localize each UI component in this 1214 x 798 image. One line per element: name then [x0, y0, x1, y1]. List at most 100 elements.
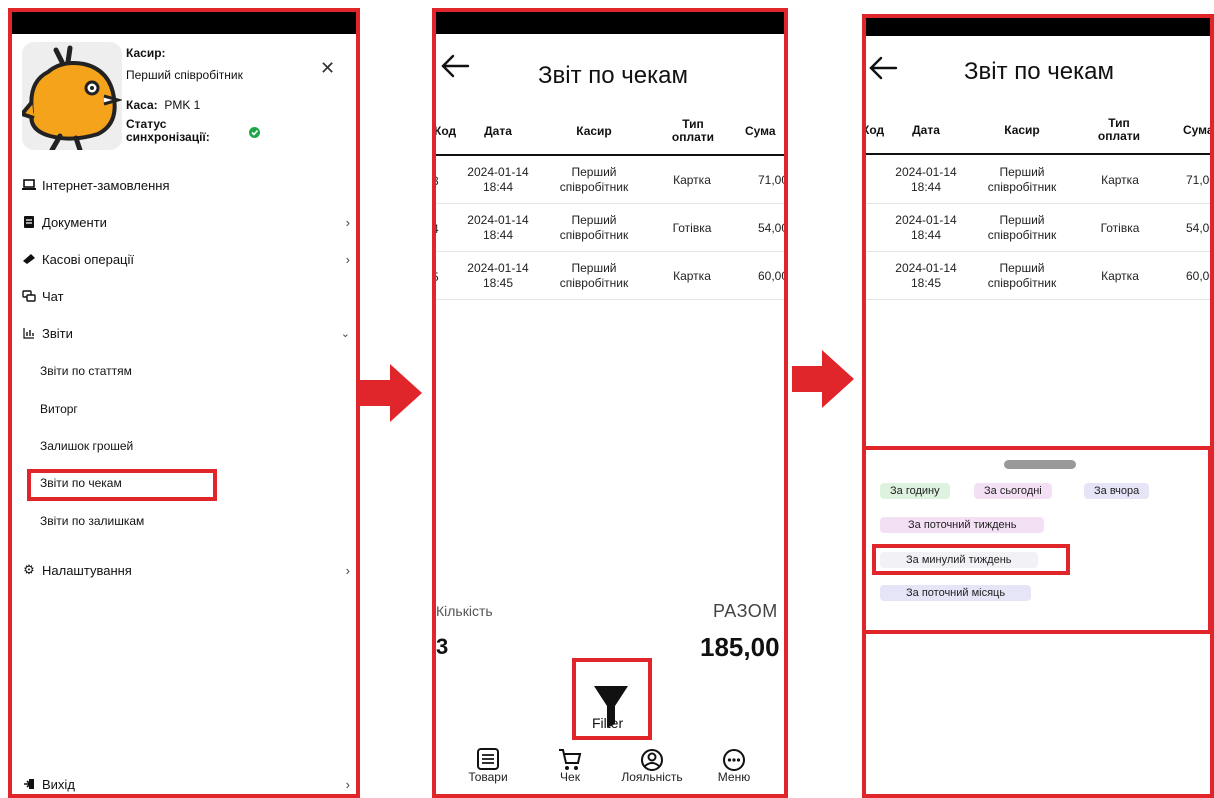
nav-label: Чек — [560, 770, 580, 784]
menu-item-chat[interactable]: Чат — [22, 285, 352, 307]
column-header-code: Код — [862, 123, 885, 137]
arrow-right-icon — [792, 350, 854, 408]
cashier-name: Перший співробітник — [126, 68, 243, 82]
column-header-sum: Сума — [1183, 123, 1214, 137]
menu-item-settings[interactable]: ⚙ Налаштування › — [22, 559, 352, 581]
cell-payment: Картка — [673, 269, 711, 283]
column-header-payment-type: Тип оплати — [671, 117, 715, 144]
list-icon — [477, 748, 499, 770]
cell-date: 2024-01-14 18:44 — [895, 165, 957, 194]
cell-cashier: Перший співробітник — [559, 165, 629, 194]
header-divider — [862, 153, 1214, 155]
menu-item-logout[interactable]: Вихід › — [22, 773, 352, 795]
chevron-right-icon: › — [345, 214, 350, 230]
sync-label-1: Статус — [126, 117, 167, 131]
menu-item-label: Звіти — [42, 325, 73, 341]
menu-item-documents[interactable]: Документи › — [22, 211, 352, 233]
cell-code: 3 — [432, 174, 439, 188]
cell-sum: 60,00 — [1186, 269, 1214, 283]
nav-item-loyalty[interactable]: Лояльність — [620, 746, 684, 796]
menu-item-label: Документи — [42, 214, 107, 230]
submenu-item-stock-report[interactable]: Звіти по залишкам — [40, 514, 144, 528]
back-arrow-icon[interactable] — [440, 54, 470, 78]
gear-icon: ⚙ — [23, 562, 35, 577]
nav-item-menu[interactable]: Меню — [702, 746, 766, 796]
total-label: РАЗОМ — [713, 601, 778, 621]
header-divider — [432, 154, 788, 156]
column-header-cashier: Касир — [576, 124, 612, 138]
register-label: Каса: — [126, 98, 158, 112]
nav-label: Лояльність — [621, 770, 683, 784]
nav-item-receipt[interactable]: Чек — [538, 746, 602, 796]
submenu-item-articles[interactable]: Звіти по статтям — [40, 364, 132, 378]
cell-payment: Готівка — [672, 221, 712, 235]
nav-item-goods[interactable]: Товари — [456, 746, 520, 796]
chevron-right-icon: › — [345, 251, 350, 267]
menu-item-label: Чат — [42, 288, 64, 304]
cell-cashier: Перший співробітник — [559, 213, 629, 242]
cell-sum: 71,00 — [1186, 173, 1214, 187]
money-icon — [22, 252, 36, 266]
cell-cashier: Перший співробітник — [559, 261, 629, 290]
logout-icon — [22, 777, 36, 791]
cell-date: 2024-01-14 18:45 — [467, 261, 529, 290]
status-bar — [432, 8, 788, 34]
chat-icon — [22, 289, 36, 303]
menu-item-cash-operations[interactable]: Касові операції › — [22, 248, 352, 270]
cell-cashier: Перший співробітник — [987, 165, 1057, 194]
total-value: 185,00 — [700, 632, 780, 662]
cell-date: 2024-01-14 18:44 — [895, 213, 957, 242]
cart-icon — [559, 749, 582, 770]
laptop-icon — [22, 178, 36, 192]
cell-payment: Картка — [1101, 269, 1139, 283]
column-header-sum: Сума — [745, 124, 776, 138]
back-arrow-icon[interactable] — [868, 56, 898, 80]
status-bar — [8, 8, 360, 34]
status-bar — [862, 14, 1214, 36]
chevron-right-icon: › — [345, 562, 350, 578]
nav-label: Товари — [468, 770, 508, 784]
highlight-filter-sheet — [862, 446, 1212, 634]
cashier-label: Касир: — [126, 46, 166, 60]
menu-item-label: Вихід — [42, 776, 75, 792]
cell-payment: Картка — [1101, 173, 1139, 187]
more-icon — [723, 749, 745, 771]
cell-cashier: Перший співробітник — [987, 213, 1057, 242]
page-title: Звіт по чекам — [964, 58, 1114, 85]
side-menu-screen: Касир: Перший співробітник Каса: PMK 1 С… — [8, 8, 360, 798]
cell-sum: 71,00 — [758, 173, 788, 187]
register-value: PMK 1 — [164, 98, 201, 112]
cell-date: 2024-01-14 18:44 — [467, 213, 529, 242]
sync-label-2: синхронізації: — [126, 130, 210, 144]
cell-code: 4 — [432, 222, 439, 236]
menu-item-label: Касові операції — [42, 251, 134, 267]
column-header-date: Дата — [484, 124, 512, 138]
report-screen: Звіт по чекам Код Дата Касир Тип оплати С… — [432, 8, 788, 798]
user-circle-icon — [641, 749, 663, 771]
page-title: Звіт по чекам — [538, 62, 688, 89]
column-header-cashier: Касир — [1004, 123, 1040, 137]
chart-icon — [22, 326, 36, 340]
column-header-payment-type: Тип оплати — [1097, 116, 1141, 143]
submenu-item-cash-balance[interactable]: Залишок грошей — [40, 439, 133, 453]
count-label: Кількість — [436, 603, 493, 619]
menu-item-reports[interactable]: Звіти ⌄ — [22, 322, 352, 344]
cell-sum: 54,00 — [1186, 221, 1214, 235]
submenu-item-revenue[interactable]: Виторг — [40, 402, 78, 416]
cell-code: 5 — [432, 270, 439, 284]
report-filter-screen: Звіт по чекам Код Дата Касир Тип оплати С… — [862, 14, 1214, 798]
column-header-date: Дата — [912, 123, 940, 137]
chevron-down-icon: ⌄ — [340, 327, 350, 340]
menu-item-label: Налаштування — [42, 562, 132, 578]
cell-date: 2024-01-14 18:44 — [467, 165, 529, 194]
cell-payment: Картка — [673, 173, 711, 187]
avatar — [22, 42, 122, 150]
count-value: 3 — [436, 634, 449, 659]
document-icon — [22, 215, 36, 229]
cell-date: 2024-01-14 18:45 — [895, 261, 957, 290]
cell-sum: 54,00 — [758, 221, 788, 235]
menu-item-online-orders[interactable]: Інтернет-замовлення — [22, 174, 352, 196]
nav-label: Меню — [717, 770, 751, 784]
close-icon[interactable]: ✕ — [320, 58, 335, 79]
arrow-right-icon — [360, 364, 422, 422]
